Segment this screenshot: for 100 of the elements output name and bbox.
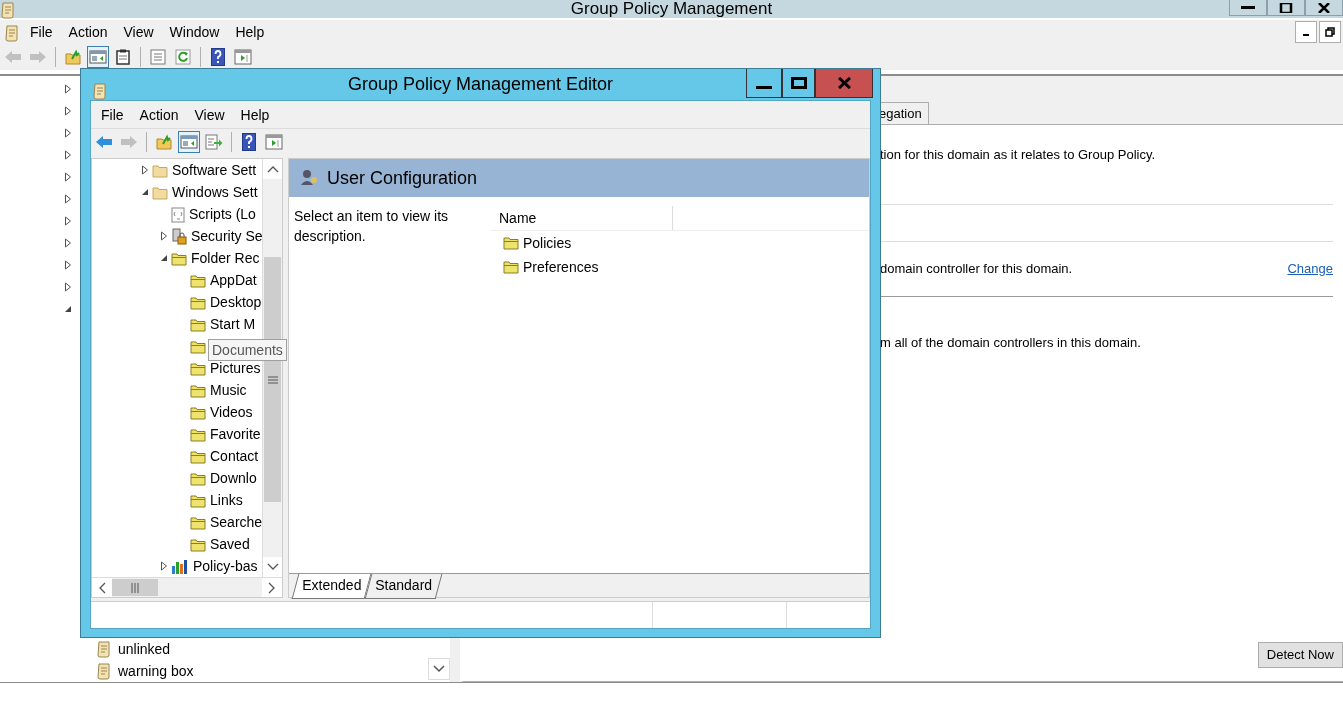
tree-item[interactable]: unlinked: [118, 638, 171, 660]
folder-icon: [190, 273, 206, 288]
maximize-button[interactable]: [782, 69, 815, 98]
show-tree-button[interactable]: [87, 46, 109, 68]
menu-item[interactable]: File: [24, 20, 59, 44]
scroll-down-icon: [266, 563, 279, 571]
tree-item[interactable]: Windows Sett: [172, 181, 258, 203]
tree-item[interactable]: Start M: [210, 313, 256, 335]
scroll-icon: [92, 82, 108, 101]
collapse-arrow-icon[interactable]: [160, 254, 168, 262]
tab[interactable]: egation: [878, 101, 929, 124]
description-text: domain controller for this domain.: [880, 260, 1073, 279]
expand-arrow-icon[interactable]: [64, 260, 72, 270]
tree-item[interactable]: Downlo: [210, 467, 257, 489]
expand-arrow-icon[interactable]: [141, 165, 149, 175]
close-button[interactable]: [1305, 0, 1343, 16]
folder-icon: [190, 317, 206, 332]
menu-item[interactable]: Action: [133, 102, 185, 127]
mdi-minimize-button[interactable]: [1295, 21, 1317, 43]
folder-icon: [190, 493, 206, 508]
expand-arrow-icon[interactable]: [160, 561, 168, 571]
expand-arrow-icon[interactable]: [64, 106, 72, 116]
menu-item[interactable]: Action: [62, 20, 114, 44]
mdi-restore-button[interactable]: [1319, 21, 1341, 43]
tree-item[interactable]: Scripts (Lo: [189, 203, 256, 225]
menu-item[interactable]: Help: [229, 20, 271, 44]
help-icon: [242, 133, 256, 151]
tree-item[interactable]: Software Sett: [172, 159, 257, 181]
folder-icon: [171, 251, 187, 266]
refresh-button[interactable]: [172, 46, 194, 68]
scroll-down-icon: [433, 665, 445, 673]
expand-arrow-icon[interactable]: [64, 84, 72, 94]
folder-icon: [190, 471, 206, 486]
grip-icon: [267, 375, 278, 384]
tree-item[interactable]: Saved: [210, 533, 250, 555]
expand-arrow-icon[interactable]: [64, 128, 72, 138]
column-header[interactable]: Name: [491, 206, 673, 230]
expand-arrow-icon[interactable]: [64, 216, 72, 226]
close-icon: [837, 77, 851, 89]
horizontal-scrollbar[interactable]: [92, 577, 282, 597]
list-item[interactable]: Preferences: [523, 256, 599, 278]
tree-item[interactable]: Policy-bas: [193, 555, 258, 577]
tooltip: Documents: [208, 339, 287, 361]
scroll-down-button[interactable]: [428, 658, 450, 680]
window-title: Group Policy Management Editor: [347, 73, 614, 96]
expand-arrow-icon[interactable]: [64, 150, 72, 160]
collapse-arrow-icon[interactable]: [64, 305, 72, 313]
tree-item[interactable]: Favorite: [210, 423, 261, 445]
tree-item[interactable]: Searche: [210, 511, 262, 533]
folder-icon: [190, 361, 206, 376]
pane-toggle-icon: [180, 134, 198, 150]
tree-item[interactable]: Security Se: [191, 225, 262, 247]
maximize-icon: [790, 77, 807, 89]
tree-item[interactable]: Videos: [210, 401, 253, 423]
tree-item[interactable]: Desktop: [210, 291, 262, 313]
restore-button[interactable]: [1267, 0, 1305, 16]
folder-icon: [190, 515, 206, 530]
menu-item[interactable]: Help: [234, 102, 276, 127]
user-config-icon: [299, 168, 319, 188]
change-link[interactable]: Change: [1287, 259, 1333, 279]
help-icon: [211, 48, 225, 66]
expand-arrow-icon[interactable]: [64, 238, 72, 248]
tree-item[interactable]: Music: [210, 379, 247, 401]
console-window-icon: [265, 134, 283, 150]
list-item[interactable]: Policies: [523, 232, 572, 254]
forward-arrow-icon: [120, 135, 138, 149]
scroll-right-icon: [268, 581, 276, 594]
minimize-button[interactable]: [1229, 0, 1267, 16]
folder-icon: [190, 427, 206, 442]
scroll-icon: [96, 662, 112, 680]
minimize-icon: [756, 86, 772, 89]
show-tree-button[interactable]: [178, 131, 200, 153]
description-text: Select an item to view its description.: [293, 207, 450, 246]
export-list-button[interactable]: [203, 131, 225, 153]
tree-item[interactable]: warning box: [118, 660, 194, 682]
minimize-button[interactable]: [746, 69, 782, 98]
menu-item[interactable]: File: [95, 102, 130, 127]
expand-arrow-icon[interactable]: [64, 194, 72, 204]
restore-icon: [1325, 27, 1335, 37]
expand-arrow-icon[interactable]: [64, 282, 72, 292]
tree-item[interactable]: AppDat: [210, 269, 257, 291]
expand-arrow-icon[interactable]: [160, 231, 168, 241]
refresh-icon: [175, 49, 191, 65]
detect-now-button[interactable]: Detect Now: [1257, 642, 1343, 668]
scroll-up-icon: [266, 165, 279, 173]
menu-item[interactable]: View: [117, 20, 160, 44]
properties-icon: [150, 49, 166, 65]
console-window-icon: [234, 49, 252, 65]
collapse-arrow-icon[interactable]: [141, 188, 149, 196]
pane-header: User Configuration: [327, 166, 478, 190]
menu-item[interactable]: View: [188, 102, 231, 127]
tree-item[interactable]: Contact: [210, 445, 259, 467]
tree-item[interactable]: Links: [210, 489, 243, 511]
bar-chart-icon: [171, 558, 189, 575]
expand-arrow-icon[interactable]: [64, 172, 72, 182]
tab[interactable]: Standard: [364, 574, 443, 599]
menu-item[interactable]: Window: [163, 20, 226, 44]
tree-item[interactable]: Folder Rec: [191, 247, 260, 269]
folder-icon: [503, 236, 519, 250]
tab[interactable]: Extended: [291, 574, 372, 599]
